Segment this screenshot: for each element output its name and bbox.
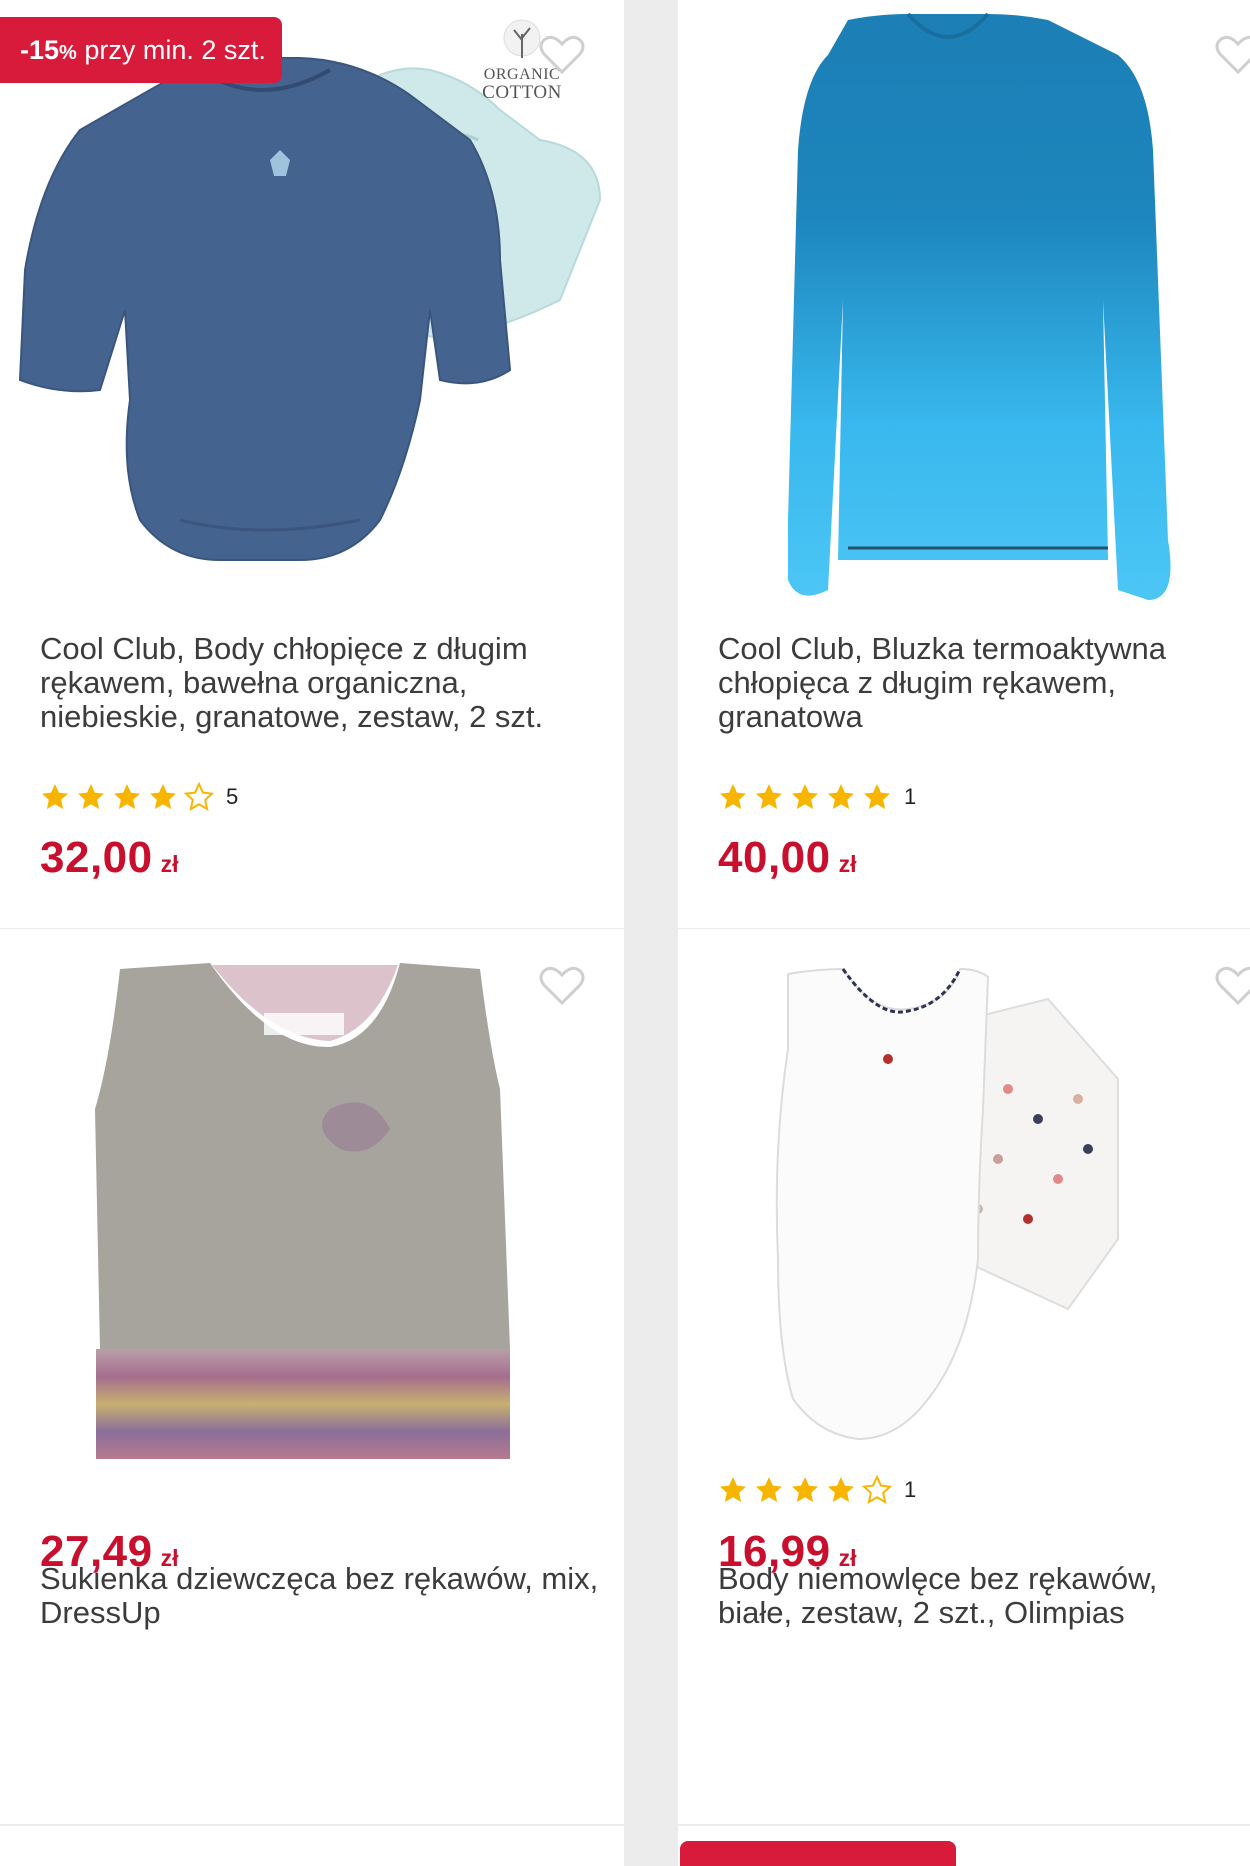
- star-filled-icon: [828, 784, 854, 809]
- product-card-partial[interactable]: [0, 1826, 624, 1866]
- product-price: 27,49 zł: [40, 1527, 179, 1577]
- price-currency: zł: [160, 1545, 179, 1571]
- product-price: 32,00 zł: [40, 833, 179, 883]
- favorite-button[interactable]: [538, 963, 586, 1007]
- rating-count: 1: [904, 1477, 917, 1502]
- star-filled-icon: [720, 1477, 746, 1502]
- white-bodysuit-set-image: [775, 967, 1119, 1441]
- product-title[interactable]: Cool Club, Body chłopięce z długim rękaw…: [40, 632, 600, 734]
- star-outline-icon: [862, 1475, 892, 1504]
- product-rating: 1: [718, 1474, 916, 1506]
- sleeveless-dress-image: [95, 963, 510, 1459]
- product-rating: 5: [40, 781, 238, 813]
- heart-outline-icon: [1215, 35, 1250, 75]
- product-card[interactable]: -15% przy min. 2 szt. ORGANIC COTTON Coo…: [0, 0, 624, 928]
- price-amount: 32,00: [40, 833, 153, 882]
- star-outline-icon: [184, 782, 214, 811]
- product-card[interactable]: Body niemowlęce bez rękawów, białe, zest…: [678, 929, 1250, 1824]
- star-filled-icon: [78, 784, 104, 809]
- price-amount: 40,00: [718, 833, 831, 882]
- favorite-button[interactable]: [538, 32, 586, 76]
- star-filled-icon: [792, 1477, 818, 1502]
- promo-badge: [680, 1841, 956, 1866]
- product-price: 40,00 zł: [718, 833, 857, 883]
- heart-outline-icon: [539, 35, 585, 75]
- price-currency: zł: [160, 851, 179, 877]
- star-filled-icon: [42, 784, 68, 809]
- favorite-button[interactable]: [1214, 32, 1250, 76]
- promo-badge: -15% przy min. 2 szt.: [0, 17, 282, 83]
- product-image[interactable]: [0, 929, 624, 1539]
- star-filled-icon: [756, 1477, 782, 1502]
- price-amount: 16,99: [718, 1527, 831, 1576]
- star-filled-icon: [792, 784, 818, 809]
- product-card[interactable]: Sukienka dziewczęca bez rękawów, mix, Dr…: [0, 929, 624, 1824]
- product-card-partial[interactable]: [678, 1826, 1250, 1866]
- heart-outline-icon: [1215, 966, 1250, 1006]
- tree-icon: [503, 19, 541, 58]
- product-rating: 1: [718, 781, 916, 813]
- product-price: 16,99 zł: [718, 1527, 857, 1577]
- product-title[interactable]: Cool Club, Bluzka termoaktywna chłopięca…: [718, 632, 1238, 734]
- star-filled-icon: [114, 784, 140, 809]
- star-filled-icon: [756, 784, 782, 809]
- product-image[interactable]: [678, 0, 1250, 610]
- rating-count: 5: [226, 784, 239, 809]
- product-image[interactable]: [678, 929, 1250, 1539]
- star-filled-icon: [864, 784, 890, 809]
- heart-outline-icon: [539, 966, 585, 1006]
- star-filled-icon: [828, 1477, 854, 1502]
- star-filled-icon: [150, 784, 176, 809]
- price-currency: zł: [838, 1545, 857, 1571]
- product-card[interactable]: Cool Club, Bluzka termoaktywna chłopięca…: [678, 0, 1250, 928]
- favorite-button[interactable]: [1214, 963, 1250, 1007]
- price-currency: zł: [838, 851, 857, 877]
- star-filled-icon: [720, 784, 746, 809]
- thermal-shirt-image: [788, 12, 1171, 600]
- rating-count: 1: [904, 784, 917, 809]
- price-amount: 27,49: [40, 1527, 153, 1576]
